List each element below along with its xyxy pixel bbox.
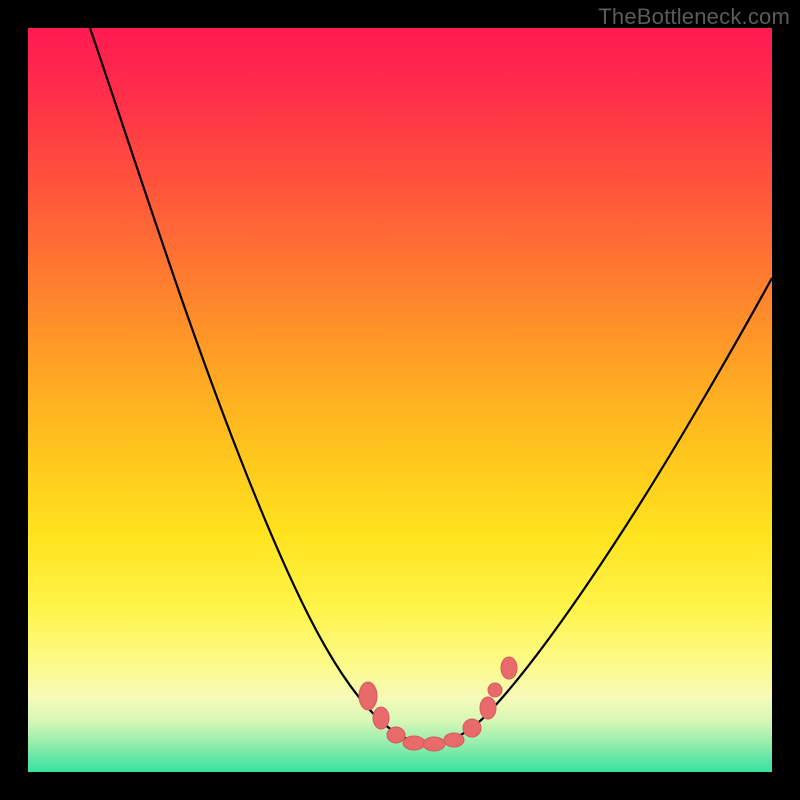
marker-dot xyxy=(444,733,464,747)
curve-left xyxy=(90,28,428,744)
chart-frame: TheBottleneck.com xyxy=(0,0,800,800)
marker-dot xyxy=(403,736,425,750)
marker-dot xyxy=(463,719,481,737)
plot-area xyxy=(28,28,772,772)
marker-dot xyxy=(373,707,389,729)
curve-right xyxy=(428,278,772,744)
marker-dot xyxy=(501,657,517,679)
marker-dot xyxy=(488,683,502,697)
bottleneck-curve-svg xyxy=(28,28,772,772)
marker-dot xyxy=(423,737,445,751)
marker-dot xyxy=(359,682,377,710)
marker-dot xyxy=(387,727,405,743)
watermark-text: TheBottleneck.com xyxy=(598,4,790,30)
marker-dot xyxy=(480,697,496,719)
marker-cluster xyxy=(359,657,517,751)
